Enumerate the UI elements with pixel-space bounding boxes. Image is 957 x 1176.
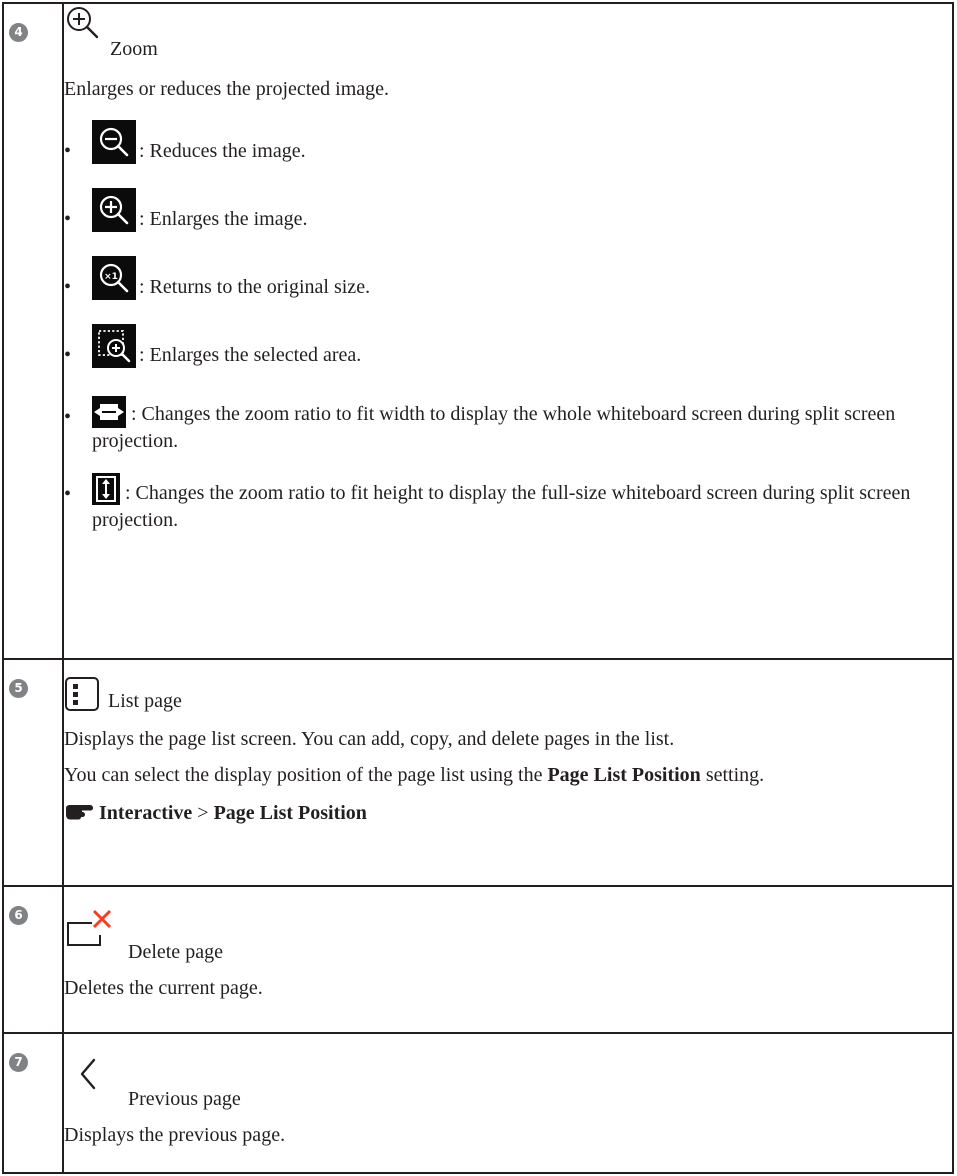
- row-number-badge: 5: [9, 679, 28, 698]
- menu-reference: Interactive > Page List Position: [64, 800, 952, 826]
- zoom-heading: Zoom: [64, 4, 952, 60]
- previous-page-icon: [80, 1058, 96, 1090]
- table-row-delete-page: 6 Delete page Deletes the current page.: [2, 885, 954, 1034]
- pointing-hand-icon: [66, 805, 93, 820]
- list-page-heading: List page: [64, 676, 952, 712]
- zoom-original-size-icon: ×1: [92, 256, 136, 300]
- zoom-in-icon: [92, 188, 136, 232]
- previous-page-title: Previous page: [128, 1088, 241, 1110]
- table-row-zoom: 4 Zoom Enlarges or reduces the projected…: [2, 2, 954, 660]
- feature-table: 4 Zoom Enlarges or reduces the projected…: [2, 2, 954, 1174]
- table-row-previous-page: 7 Previous page Displays the previous pa…: [2, 1032, 954, 1174]
- list-item-zoom-in: • : Enlarges the image.: [64, 188, 952, 250]
- delete-page-title: Delete page: [128, 941, 223, 963]
- row-number-badge: 4: [9, 23, 28, 42]
- zoom-description: Enlarges or reduces the projected image.: [64, 78, 390, 100]
- list-page-description: Displays the page list screen. You can a…: [64, 728, 675, 750]
- list-page-position-note: You can select the display position of t…: [64, 764, 765, 786]
- zoom-in-icon: [67, 7, 99, 39]
- list-page-title: List page: [108, 690, 182, 712]
- list-item-zoom-original: • ×1 : Returns to the original size.: [64, 256, 952, 318]
- menu-reference-item: Page List Position: [213, 802, 367, 824]
- delete-page-description: Deletes the current page.: [64, 977, 263, 999]
- zoom-selected-area-icon: [92, 324, 136, 368]
- bullet: •: [64, 483, 72, 505]
- zoom-original-text: : Returns to the original size.: [139, 276, 371, 298]
- list-page-icon: [65, 677, 99, 711]
- zoom-title: Zoom: [110, 38, 158, 60]
- bullet: •: [64, 208, 72, 230]
- bullet: •: [64, 276, 72, 298]
- fit-width-icon: [92, 396, 126, 428]
- fit-width-text: : Changes the zoom ratio to fit width to…: [92, 403, 896, 452]
- delete-page-heading: Delete page: [64, 907, 952, 963]
- zoom-options-list: • : Reduces the image. •: Enlarges the …: [64, 120, 952, 534]
- table-row-list-page: 5 List page Displays the page list scree…: [2, 658, 954, 887]
- row-number-badge: 6: [9, 906, 28, 925]
- fit-height-icon: [92, 473, 120, 505]
- list-item-fit-width: • : Changes the zoom ratio to fit width …: [64, 396, 952, 455]
- list-item-zoom-out: • : Reduces the image.: [64, 120, 952, 184]
- bullet: •: [64, 344, 72, 366]
- row-number-badge: 7: [9, 1053, 28, 1072]
- list-item-fit-height: • : Changes the zoom ratio to fit height…: [64, 473, 952, 534]
- svg-text:×1: ×1: [104, 272, 118, 282]
- menu-reference-menu: Interactive: [99, 802, 193, 824]
- delete-page-icon: [67, 909, 112, 946]
- list-item-zoom-area: • : Enlarges the selected area.: [64, 324, 952, 386]
- fit-height-text: : Changes the zoom ratio to fit height t…: [92, 482, 911, 531]
- zoom-out-text: : Reduces the image.: [139, 140, 306, 162]
- bullet: •: [64, 140, 72, 162]
- menu-reference-separator: >: [197, 802, 209, 824]
- previous-page-description: Displays the previous page.: [64, 1124, 286, 1146]
- zoom-out-icon: [92, 120, 136, 164]
- zoom-in-text: : Enlarges the image.: [139, 208, 308, 230]
- setting-name: Page List Position: [547, 764, 701, 786]
- previous-page-heading: Previous page: [64, 1054, 952, 1110]
- bullet: •: [64, 406, 72, 428]
- zoom-area-text: : Enlarges the selected area.: [139, 344, 362, 366]
